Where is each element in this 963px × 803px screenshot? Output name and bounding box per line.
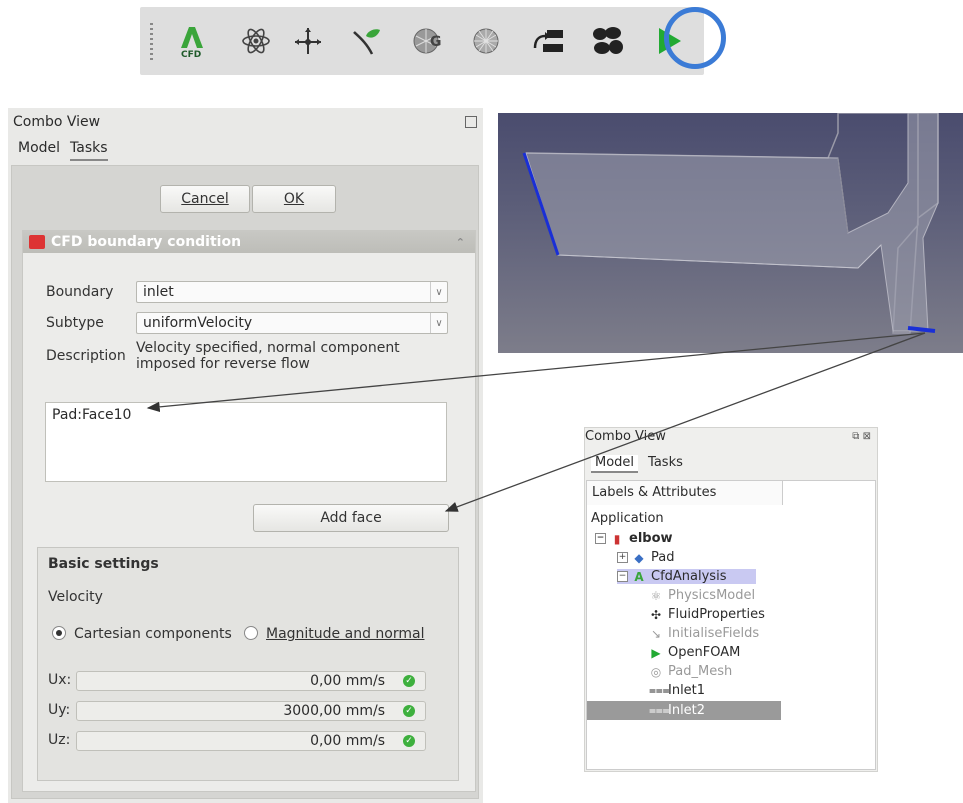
arrow-to-face-list <box>146 332 926 413</box>
arrow-to-add-face <box>444 332 926 512</box>
annotation-arrows <box>146 332 926 512</box>
